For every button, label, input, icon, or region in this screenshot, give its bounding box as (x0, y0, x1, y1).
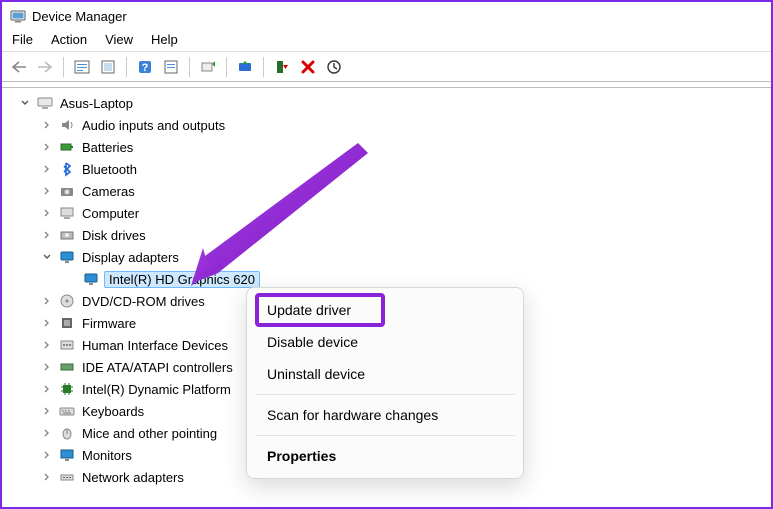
speaker-icon (58, 116, 76, 134)
chevron-right-icon[interactable] (40, 382, 54, 396)
device-manager-icon (10, 8, 26, 24)
tree-item-disk-drives[interactable]: Disk drives (6, 224, 767, 246)
context-menu: Update driver Disable device Uninstall d… (246, 287, 524, 479)
tree-item-cameras[interactable]: Cameras (6, 180, 767, 202)
tree-item-label: Monitors (80, 447, 134, 464)
tree-item-label: Batteries (80, 139, 135, 156)
tree-item-batteries[interactable]: Batteries (6, 136, 767, 158)
chevron-right-icon[interactable] (40, 470, 54, 484)
dvd-icon (58, 292, 76, 310)
disk-icon (58, 226, 76, 244)
hid-icon (58, 336, 76, 354)
tree-root[interactable]: Asus-Laptop (6, 92, 767, 114)
chevron-right-icon[interactable] (40, 184, 54, 198)
tree-item-label: Network adapters (80, 469, 186, 486)
toolbar-separator (189, 57, 190, 77)
menu-action[interactable]: Action (51, 32, 87, 47)
context-menu-scan-hardware[interactable]: Scan for hardware changes (247, 399, 523, 431)
context-menu-uninstall-device[interactable]: Uninstall device (247, 358, 523, 390)
back-button[interactable] (8, 56, 30, 78)
chevron-right-icon[interactable] (40, 360, 54, 374)
properties-button[interactable] (97, 56, 119, 78)
toolbar: ? (2, 52, 771, 82)
tree-item-label: Intel(R) Dynamic Platform (80, 381, 233, 398)
tree-item-label: Audio inputs and outputs (80, 117, 227, 134)
menu-file[interactable]: File (12, 32, 33, 47)
chevron-right-icon[interactable] (40, 118, 54, 132)
tree-item-display-adapters[interactable]: Display adapters (6, 246, 767, 268)
tree-item-label: Disk drives (80, 227, 148, 244)
bluetooth-icon (58, 160, 76, 178)
menu-view[interactable]: View (105, 32, 133, 47)
context-menu-disable-device[interactable]: Disable device (247, 326, 523, 358)
context-menu-update-driver[interactable]: Update driver (247, 294, 523, 326)
tree-item-label: Keyboards (80, 403, 146, 420)
mouse-icon (58, 424, 76, 442)
tree-item-label: Display adapters (80, 249, 181, 266)
chevron-right-icon[interactable] (40, 162, 54, 176)
tree-item-label: Computer (80, 205, 141, 222)
computer-icon (36, 94, 54, 112)
update-button[interactable] (234, 56, 256, 78)
tree-item-label: DVD/CD-ROM drives (80, 293, 207, 310)
tree-item-label: Cameras (80, 183, 137, 200)
tree-item-label: Human Interface Devices (80, 337, 230, 354)
tree-item-label: Mice and other pointing (80, 425, 219, 442)
context-menu-separator (255, 435, 515, 436)
battery-icon (58, 138, 76, 156)
tree-item-label: Intel(R) HD Graphics 620 (104, 271, 260, 288)
tree-item-label: Firmware (80, 315, 138, 332)
help-button[interactable]: ? (134, 56, 156, 78)
chevron-right-icon[interactable] (40, 228, 54, 242)
tree-item-bluetooth[interactable]: Bluetooth (6, 158, 767, 180)
tree-item-computer[interactable]: Computer (6, 202, 767, 224)
toolbar-separator (63, 57, 64, 77)
toolbar-separator (226, 57, 227, 77)
window-title: Device Manager (32, 9, 127, 24)
context-menu-separator (255, 394, 515, 395)
tree-item-label: Bluetooth (80, 161, 139, 178)
tree-item-label: IDE ATA/ATAPI controllers (80, 359, 235, 376)
titlebar: Device Manager (2, 2, 771, 30)
chevron-right-icon[interactable] (40, 140, 54, 154)
toolbar-separator (263, 57, 264, 77)
monitor-icon (58, 446, 76, 464)
menu-help[interactable]: Help (151, 32, 178, 47)
uninstall-button[interactable] (271, 56, 293, 78)
chevron-right-icon[interactable] (40, 404, 54, 418)
chevron-right-icon[interactable] (40, 316, 54, 330)
firmware-icon (58, 314, 76, 332)
forward-button[interactable] (34, 56, 56, 78)
scan-button[interactable] (323, 56, 345, 78)
keyboard-icon (58, 402, 76, 420)
computer-icon (58, 204, 76, 222)
toolbar-separator (126, 57, 127, 77)
chevron-right-icon[interactable] (40, 448, 54, 462)
tree-item-audio[interactable]: Audio inputs and outputs (6, 114, 767, 136)
manage-button[interactable] (71, 56, 93, 78)
chevron-down-icon[interactable] (40, 250, 54, 264)
camera-icon (58, 182, 76, 200)
devices-button[interactable] (160, 56, 182, 78)
context-menu-properties[interactable]: Properties (247, 440, 523, 472)
chevron-right-icon[interactable] (40, 338, 54, 352)
ide-icon (58, 358, 76, 376)
update-driver-button[interactable] (197, 56, 219, 78)
menubar: File Action View Help (2, 30, 771, 52)
tree-root-label: Asus-Laptop (58, 95, 135, 112)
display-icon (82, 270, 100, 288)
delete-button[interactable] (297, 56, 319, 78)
chevron-down-icon[interactable] (18, 96, 32, 110)
display-icon (58, 248, 76, 266)
chevron-right-icon[interactable] (40, 206, 54, 220)
chevron-right-icon[interactable] (40, 294, 54, 308)
chip-icon (58, 380, 76, 398)
chevron-right-icon[interactable] (40, 426, 54, 440)
network-icon (58, 468, 76, 486)
svg-text:?: ? (142, 62, 149, 74)
